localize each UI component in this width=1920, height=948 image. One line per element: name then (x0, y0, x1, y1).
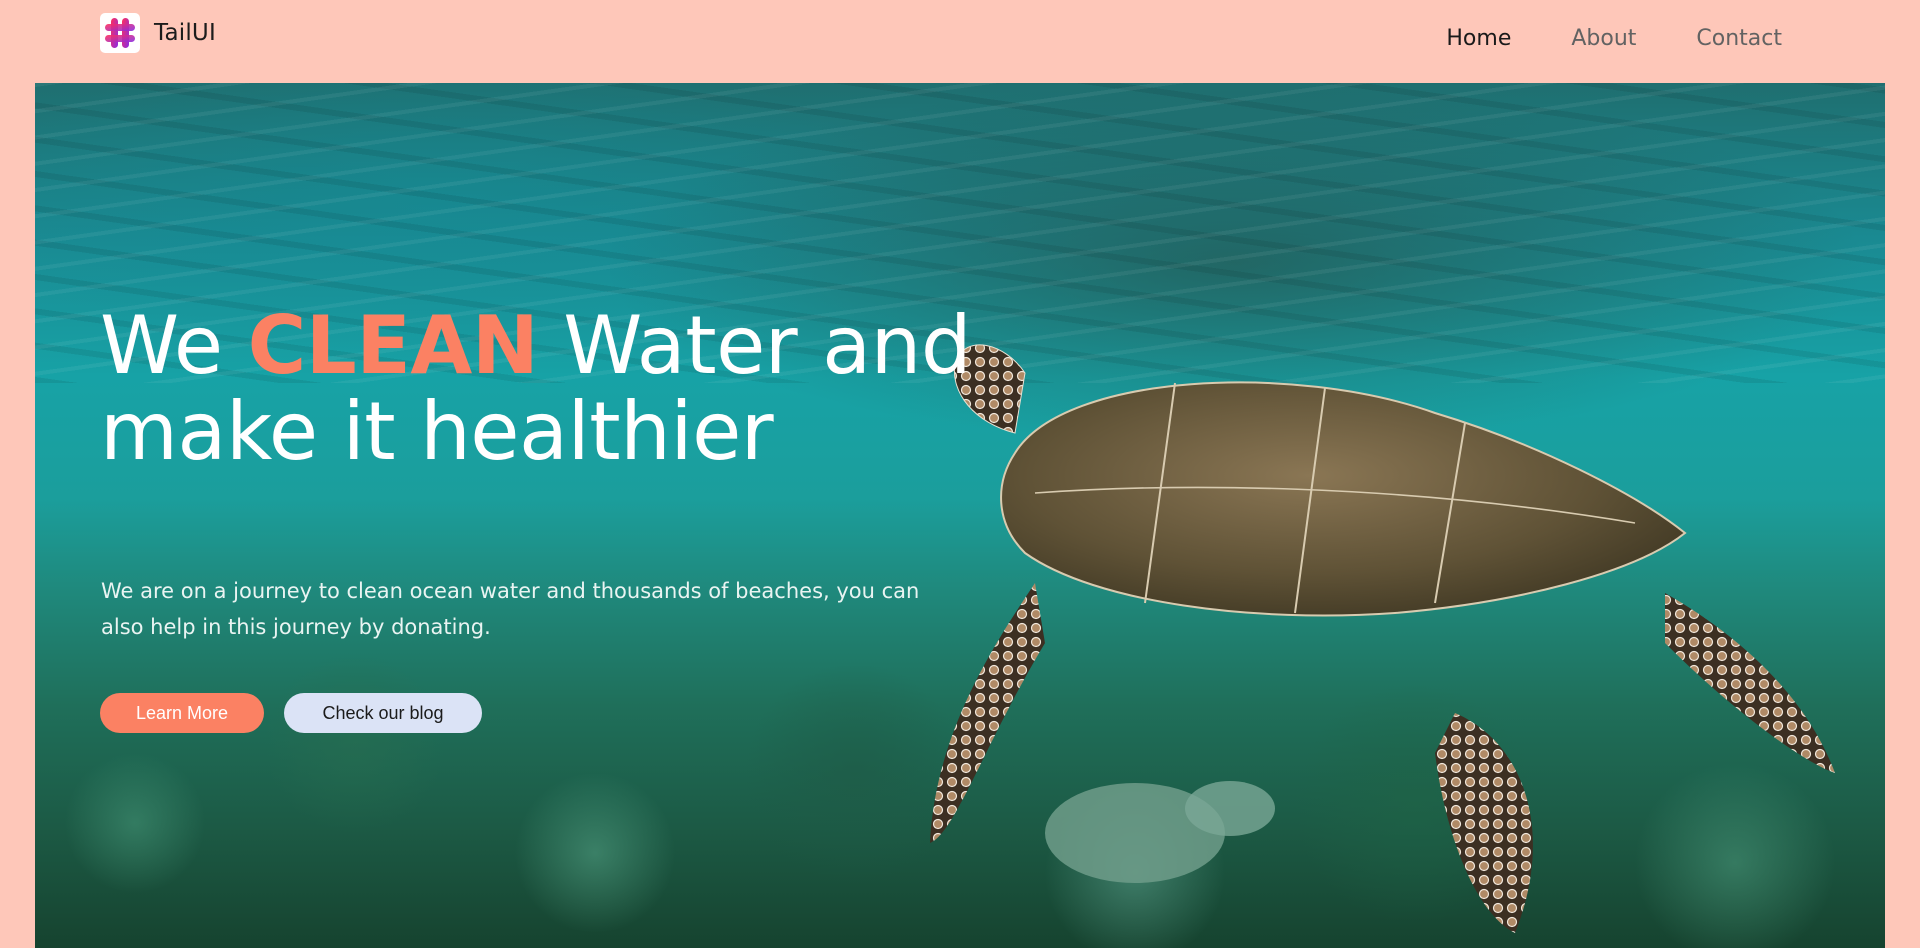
hero-headline: We CLEAN Water and make it healthier (100, 303, 1000, 475)
learn-more-button[interactable]: Learn More (100, 693, 264, 733)
main-nav: Home About Contact (1386, 24, 1782, 54)
brand[interactable]: TailUI (100, 13, 216, 53)
nav-link-home[interactable]: Home (1446, 24, 1511, 54)
hash-grid-logo-icon (100, 13, 140, 53)
headline-text-pre: We (100, 299, 248, 392)
check-blog-button[interactable]: Check our blog (284, 693, 482, 733)
sea-turtle-image (930, 344, 1835, 933)
headline-accent: CLEAN (247, 299, 539, 392)
hero-section: We CLEAN Water and make it healthier We … (35, 83, 1885, 948)
top-navbar: TailUI Home About Contact (0, 0, 1920, 82)
brand-name: TailUI (154, 20, 216, 46)
nav-link-contact[interactable]: Contact (1696, 24, 1782, 54)
page: TailUI Home About Contact We CLEAN Water… (0, 0, 1920, 948)
hero-subtext: We are on a journey to clean ocean water… (101, 579, 920, 639)
nav-link-about[interactable]: About (1571, 24, 1636, 54)
